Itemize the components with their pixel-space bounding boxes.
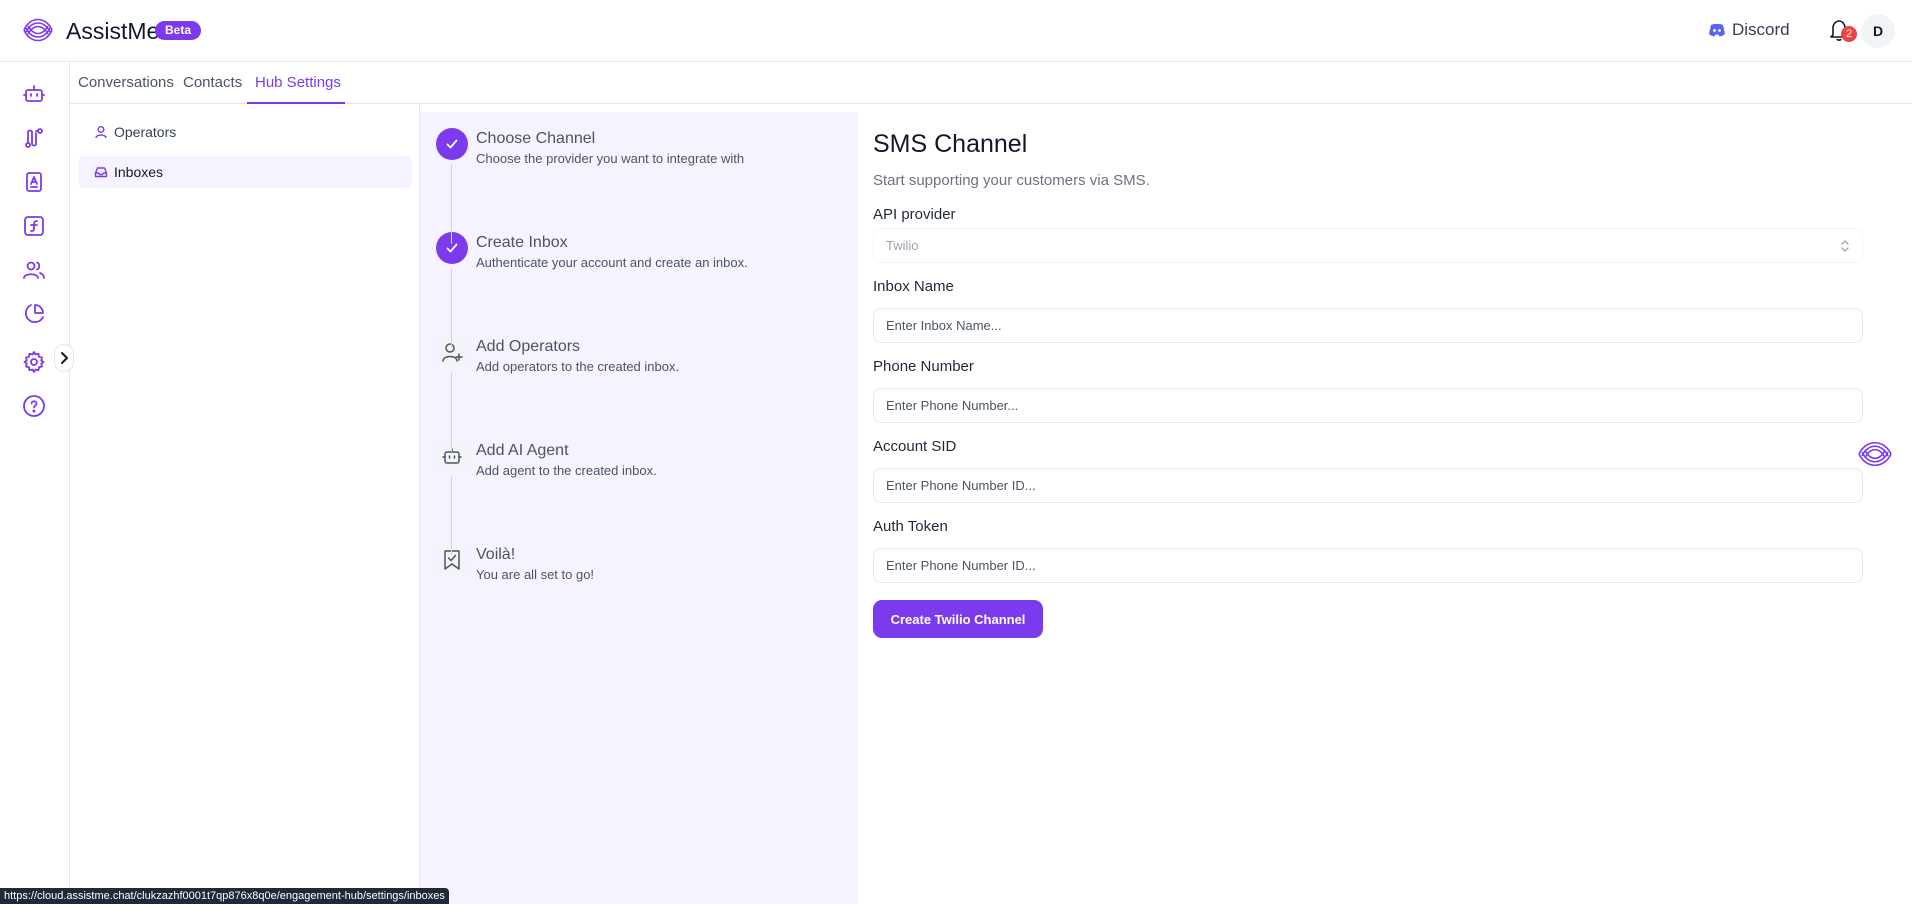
step-pending-indicator [436, 544, 468, 576]
step-add-ai-agent: Add AI Agent Add agent to the created in… [436, 440, 856, 500]
step-description: Add agent to the created inbox. [476, 463, 657, 478]
inbox-name-label: Inbox Name [873, 278, 954, 295]
app-name: AssistMe [66, 18, 160, 44]
step-pending-indicator [436, 336, 468, 368]
status-bar-url: https://cloud.assistme.chat/clukzazhf000… [0, 888, 449, 904]
api-provider-value: Twilio [886, 238, 919, 253]
phone-number-input[interactable] [873, 388, 1863, 423]
bot-icon[interactable] [22, 82, 46, 106]
hub-tabs: Conversations Contacts Hub Settings [70, 62, 1912, 104]
subnav-item-label: Operators [114, 124, 177, 140]
gear-icon[interactable] [22, 350, 46, 374]
beta-badge: Beta [155, 21, 202, 40]
icon-rail [0, 62, 74, 904]
discord-link[interactable]: Discord [1708, 20, 1790, 40]
account-sid-label: Account SID [873, 438, 957, 455]
step-choose-channel: Choose Channel Choose the provider you w… [436, 128, 856, 188]
check-icon [446, 243, 458, 253]
step-pending-indicator [436, 440, 468, 472]
pie-chart-icon[interactable] [22, 302, 46, 326]
subnav-item-label: Inboxes [114, 164, 164, 180]
create-twilio-channel-button[interactable]: Create Twilio Channel [873, 600, 1043, 638]
discord-icon [1709, 23, 1725, 37]
setup-stepper: Choose Channel Choose the provider you w… [420, 112, 858, 904]
bookmark-check-icon [444, 550, 460, 570]
step-add-operators: Add Operators Add operators to the creat… [436, 336, 856, 396]
step-title: Add Operators [476, 338, 581, 355]
contact-book-icon[interactable] [22, 170, 46, 194]
tab-hub-settings[interactable]: Hub Settings [255, 74, 341, 91]
user-avatar[interactable]: D [1861, 14, 1895, 48]
help-icon[interactable] [22, 394, 46, 418]
top-header: AssistMe Beta Discord 2 D [0, 0, 1912, 62]
step-complete-indicator [436, 128, 468, 160]
user-plus-icon [442, 343, 463, 362]
assistme-logo-icon[interactable] [20, 12, 56, 48]
subnav-item-operators[interactable]: Operators [78, 116, 412, 148]
step-complete-indicator [436, 232, 468, 264]
bot-icon [442, 448, 462, 464]
chevron-up-down-icon [1841, 239, 1849, 252]
inbox-icon [94, 167, 108, 178]
auth-token-label: Auth Token [873, 518, 948, 535]
step-connector [451, 476, 452, 556]
step-title: Add AI Agent [476, 442, 569, 459]
api-provider-select[interactable]: Twilio [873, 228, 1863, 263]
step-voila: Voilà! You are all set to go! [436, 544, 856, 604]
inbox-name-input[interactable] [873, 308, 1863, 343]
step-description: Authenticate your account and create an … [476, 255, 748, 270]
check-icon [446, 139, 458, 149]
form-title: SMS Channel [873, 130, 1028, 158]
phone-number-label: Phone Number [873, 358, 974, 375]
settings-subnav: Operators Inboxes [70, 104, 420, 904]
auth-token-input[interactable] [873, 548, 1863, 583]
tab-conversations[interactable]: Conversations [78, 74, 174, 91]
api-provider-label: API provider [873, 206, 956, 223]
step-title: Voilà! [476, 546, 516, 563]
step-title: Choose Channel [476, 130, 596, 147]
discord-label: Discord [1732, 20, 1790, 39]
notification-count-badge: 2 [1841, 26, 1857, 42]
step-title: Create Inbox [476, 234, 568, 251]
user-icon [95, 126, 107, 139]
step-create-inbox: Create Inbox Authenticate your account a… [436, 232, 856, 292]
form-subtitle: Start supporting your customers via SMS. [873, 172, 1150, 189]
step-description: Add operators to the created inbox. [476, 359, 680, 374]
users-icon[interactable] [22, 258, 46, 282]
step-connector [451, 268, 452, 348]
function-icon[interactable] [22, 214, 46, 238]
assistant-launcher-icon[interactable] [1855, 434, 1895, 474]
step-description: Choose the provider you want to integrat… [476, 151, 745, 166]
flow-icon[interactable] [22, 126, 46, 150]
step-description: You are all set to go! [476, 567, 595, 582]
step-connector [451, 372, 452, 452]
tab-contacts[interactable]: Contacts [183, 74, 242, 91]
subnav-item-inboxes[interactable]: Inboxes [78, 156, 412, 188]
account-sid-input[interactable] [873, 468, 1863, 503]
step-connector [451, 164, 452, 244]
